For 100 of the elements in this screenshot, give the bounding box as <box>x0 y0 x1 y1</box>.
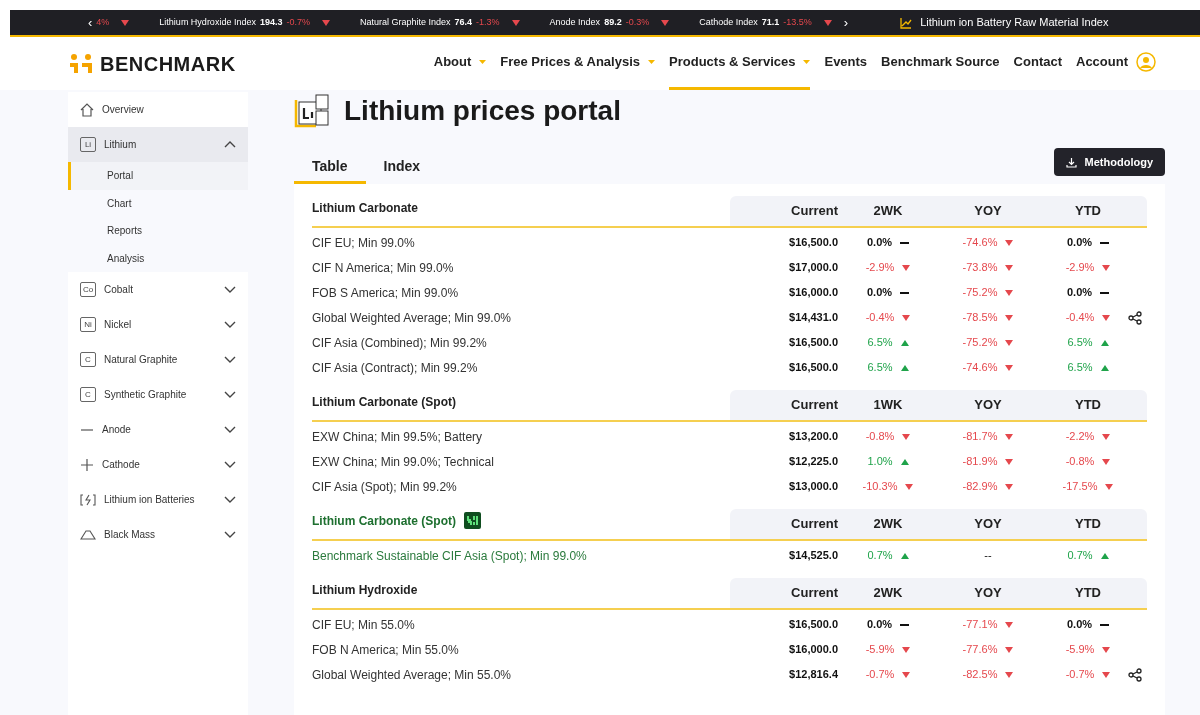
column-header: YTD <box>1074 202 1102 221</box>
change-value: -2.9% <box>1065 260 1095 276</box>
share-icon[interactable] <box>1128 667 1142 682</box>
index-title[interactable]: Lithium ion Battery Raw Material Index <box>920 14 1109 31</box>
column-header: YTD <box>1074 396 1102 415</box>
column-header: 2WK <box>872 515 904 534</box>
current-price: $16,500.0 <box>788 235 838 251</box>
change-value: 0.0% <box>1066 285 1093 301</box>
price-row[interactable]: CIF Asia (Spot); Min 99.2% $13,000.0 -10.3% -82.9% -17.5% <box>312 474 1147 499</box>
section-title: Lithium Carbonate (Spot) <box>312 394 456 411</box>
sidebar-item[interactable]: Black Mass <box>68 517 248 552</box>
change-value: -78.5% <box>962 310 998 326</box>
current-price: $16,000.0 <box>788 642 838 658</box>
nav-link[interactable]: About <box>433 37 487 90</box>
chart-icon <box>900 16 913 29</box>
change-value: 0.7% <box>1067 548 1093 564</box>
current-price: $16,500.0 <box>788 617 838 633</box>
change-value: -0.4% <box>865 310 895 326</box>
current-price: $14,525.0 <box>788 548 838 564</box>
nav-link[interactable]: Benchmark Source <box>881 37 1000 90</box>
column-header: Current <box>790 584 838 603</box>
change-value: 0.0% <box>866 285 893 301</box>
price-name: EXW China; Min 99.0%; Technical <box>312 453 495 471</box>
ticker-value: 194.3 <box>259 15 283 29</box>
price-name: CIF Asia (Contract); Min 99.2% <box>312 359 479 377</box>
nav-link[interactable]: Account <box>1076 37 1156 90</box>
change-value: 0.0% <box>866 617 893 633</box>
sidebar-item[interactable]: C Synthetic Graphite <box>68 377 248 412</box>
ticker-value: 71.1 <box>761 15 780 29</box>
change-value: -74.6% <box>962 235 998 251</box>
sidebar-item[interactable]: C Natural Graphite <box>68 342 248 377</box>
price-name: Global Weighted Average; Min 99.0% <box>312 309 512 327</box>
sidebar-item[interactable]: Li Lithium <box>68 127 248 162</box>
sidebar-item[interactable]: Ni Nickel <box>68 307 248 342</box>
section-title: Lithium Hydroxide <box>312 582 418 599</box>
price-row[interactable]: EXW China; Min 99.0%; Technical $12,225.0 1.0% -81.9% -0.8% <box>312 449 1147 474</box>
column-header: YOY <box>973 515 1003 534</box>
section-title: Lithium Carbonate <box>312 200 418 217</box>
ticker-label: Cathode Index <box>699 15 758 29</box>
current-price: $12,816.4 <box>788 667 838 683</box>
change-value: -0.7% <box>1065 667 1095 683</box>
sidebar-item[interactable]: Lithium ion Batteries <box>68 482 248 517</box>
price-row[interactable]: EXW China; Min 99.5%; Battery $13,200.0 -0.8% -81.7% -2.2% <box>312 424 1147 449</box>
price-name: FOB S America; Min 99.0% <box>312 284 460 302</box>
change-value: -5.9% <box>865 642 895 658</box>
sidebar-subitem[interactable]: Reports <box>68 217 248 245</box>
change-value: -2.2% <box>1065 429 1095 445</box>
change-value: -2.9% <box>865 260 895 276</box>
share-icon[interactable] <box>1128 310 1142 325</box>
column-header: YTD <box>1074 515 1102 534</box>
nav-link[interactable]: Contact <box>1013 37 1062 90</box>
price-row[interactable]: CIF Asia (Combined); Min 99.2% $16,500.0 6.5% -75.2% 6.5% <box>312 330 1147 355</box>
prev-button[interactable]: ‹ <box>88 12 93 33</box>
price-row[interactable]: CIF N America; Min 99.0% $17,000.0 -2.9% -73.8% -2.9% <box>312 255 1147 280</box>
nav-link[interactable]: Events <box>824 37 868 90</box>
element-icon: Ni <box>80 317 96 332</box>
sidebar-item[interactable]: Co Cobalt <box>68 272 248 307</box>
page-title: Lithium prices portal <box>344 94 621 128</box>
sidebar-subitem[interactable]: Analysis <box>68 244 248 272</box>
price-name: CIF EU; Min 55.0% <box>312 616 416 634</box>
change-value: -17.5% <box>1062 479 1098 495</box>
price-row[interactable]: CIF Asia (Contract); Min 99.2% $16,500.0 6.5% -74.6% 6.5% <box>312 355 1147 380</box>
price-row[interactable]: Global Weighted Average; Min 55.0% $12,816.4 -0.7% -82.5% -0.7% <box>312 662 1147 687</box>
change-value: -73.8% <box>962 260 998 276</box>
price-row[interactable]: FOB N America; Min 55.0% $16,000.0 -5.9% -77.6% -5.9% <box>312 637 1147 662</box>
price-row[interactable]: CIF EU; Min 99.0% $16,500.0 0.0% -74.6% 0.0% <box>312 230 1147 255</box>
ticker-value: 76.4 <box>454 15 473 29</box>
brand-name[interactable]: BENCHMARK <box>100 48 236 79</box>
nav-link[interactable]: Free Prices & Analysis <box>500 37 655 90</box>
element-icon: Co <box>80 282 96 297</box>
sidebar-subitem[interactable]: Portal <box>68 162 248 190</box>
change-value: 6.5% <box>867 360 893 376</box>
price-name: CIF EU; Min 99.0% <box>312 234 416 252</box>
next-button[interactable]: › <box>843 12 849 33</box>
element-icon: C <box>80 352 96 367</box>
price-row[interactable]: CIF EU; Min 55.0% $16,500.0 0.0% -77.1% 0.0% <box>312 612 1147 637</box>
change-value: 6.5% <box>867 335 893 351</box>
download-icon <box>1065 156 1077 168</box>
change-value: -0.8% <box>1065 454 1095 470</box>
document-icon <box>294 94 332 128</box>
price-row[interactable]: Benchmark Sustainable CIF Asia (Spot); Min 99.0% $14,525.0 0.7% -- 0.7% <box>312 543 1147 568</box>
sidebar-item[interactable]: Overview <box>68 92 248 127</box>
sidebar-subitem[interactable]: Chart <box>68 189 248 217</box>
sidebar-item[interactable]: Anode <box>68 412 248 447</box>
price-row[interactable]: Global Weighted Average; Min 99.0% $14,431.0 -0.4% -78.5% -0.4% <box>312 305 1147 330</box>
element-icon: Li <box>80 137 96 152</box>
ticker-change: -13.5% <box>783 15 812 29</box>
change-value: -5.9% <box>1065 642 1095 658</box>
methodology-button[interactable]: Methodology <box>1053 148 1165 176</box>
ticker-value: 89.2 <box>604 15 622 29</box>
sidebar-item[interactable]: Cathode <box>68 447 248 482</box>
current-price: $14,431.0 <box>788 310 838 326</box>
price-row[interactable]: FOB S America; Min 99.0% $16,000.0 0.0% -75.2% 0.0% <box>312 280 1147 305</box>
column-header: Current <box>790 202 838 221</box>
price-name: Benchmark Sustainable CIF Asia (Spot); Min 99.0% <box>312 547 588 565</box>
change-value: 0.0% <box>866 235 893 251</box>
ticker-label: Lithium Hydroxide Index <box>159 15 256 29</box>
tab[interactable]: Index <box>365 152 439 184</box>
change-value: 0.7% <box>867 548 893 564</box>
change-value: 6.5% <box>1067 335 1093 351</box>
